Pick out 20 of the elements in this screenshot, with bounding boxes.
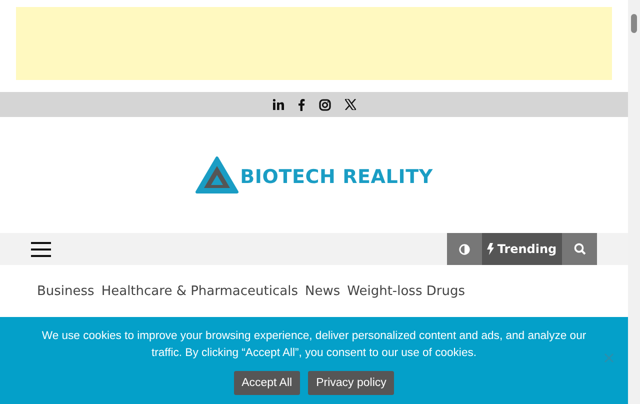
triangle-logo-icon: [195, 156, 240, 196]
accept-all-button[interactable]: Accept All: [234, 371, 300, 395]
category-link[interactable]: Weight-loss Drugs: [347, 284, 465, 299]
lightning-icon: [487, 243, 494, 255]
trending-button[interactable]: Trending: [482, 233, 562, 265]
category-link[interactable]: Healthcare & Pharmaceuticals: [101, 284, 298, 299]
x-logo-icon[interactable]: [344, 99, 356, 110]
search-icon: [574, 243, 586, 255]
category-link[interactable]: Business: [37, 284, 94, 299]
search-button[interactable]: [562, 233, 597, 265]
contrast-toggle-button[interactable]: [447, 233, 482, 265]
cookie-message: We use cookies to improve your browsing experience, deliver personalized content and ads, and analyze our traffic. By clicking “Accept All”, you consent to our use of cookies.: [40, 329, 588, 360]
facebook-icon[interactable]: [298, 98, 304, 110]
privacy-policy-button[interactable]: Privacy policy: [308, 371, 394, 395]
category-link[interactable]: News: [304, 284, 340, 299]
scrollbar[interactable]: [628, 0, 640, 404]
linkedin-icon[interactable]: [272, 99, 284, 110]
contrast-icon: [459, 244, 470, 254]
instagram-icon[interactable]: [318, 98, 330, 110]
menu-icon[interactable]: [31, 242, 51, 256]
